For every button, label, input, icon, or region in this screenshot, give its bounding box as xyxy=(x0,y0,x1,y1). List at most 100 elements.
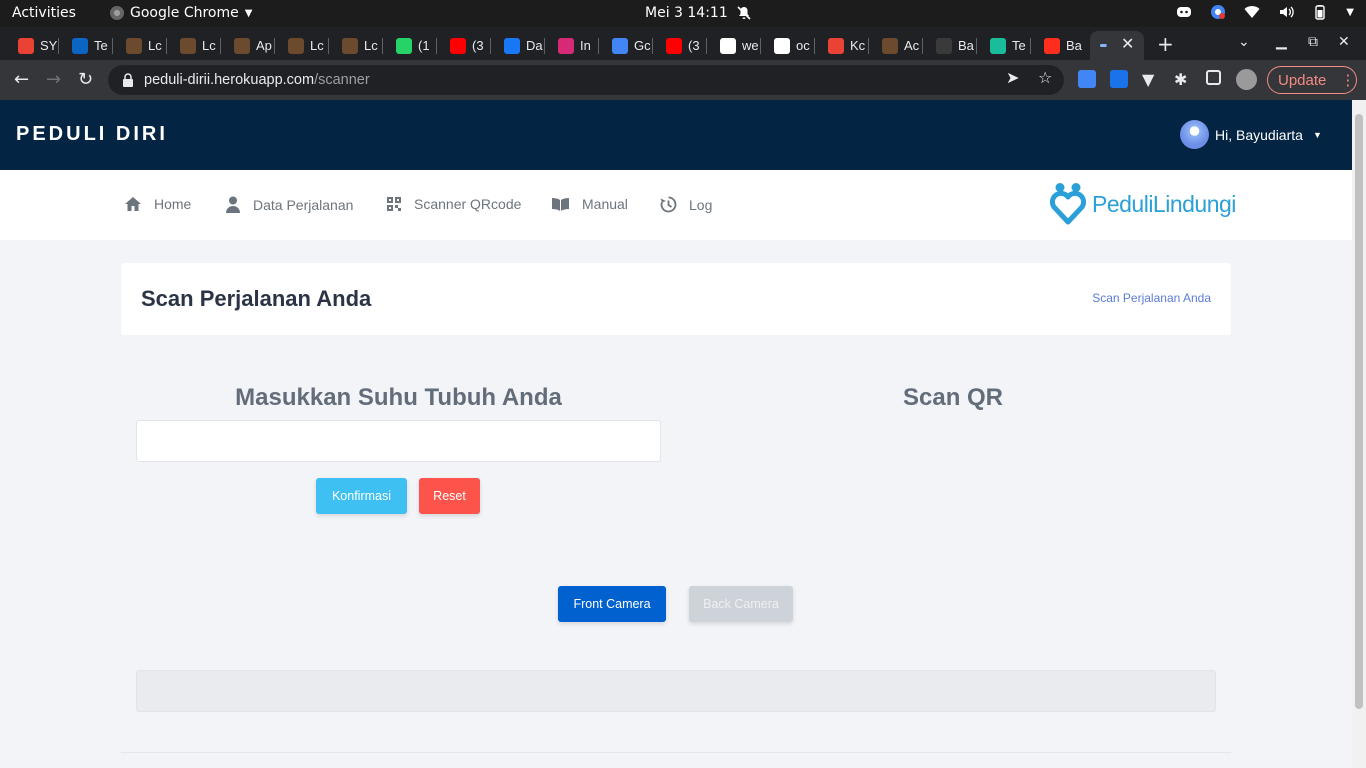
nav-log[interactable]: Log xyxy=(660,196,712,213)
battery-icon xyxy=(1315,5,1325,20)
google-icon xyxy=(774,37,790,54)
tab-separator xyxy=(220,38,221,54)
browser-tab[interactable]: Ac xyxy=(872,31,925,60)
tab-separator xyxy=(706,38,707,54)
new-tab-button[interactable]: + xyxy=(1157,32,1174,56)
browser-tab[interactable]: Ba xyxy=(926,31,979,60)
tab-label: (3 xyxy=(688,38,700,53)
laravel-icon xyxy=(1044,37,1060,54)
tab-separator xyxy=(652,38,653,54)
tab-label: Lc xyxy=(310,38,324,53)
browser-tab[interactable]: Te xyxy=(980,31,1033,60)
close-tab-icon[interactable]: ✕ xyxy=(1121,34,1134,53)
tab-active-scanner[interactable] xyxy=(1090,31,1144,60)
browser-tab[interactable]: Te xyxy=(62,31,115,60)
tab-label: Lc xyxy=(148,38,162,53)
confirm-button[interactable]: Konfirmasi xyxy=(316,478,407,514)
reset-button[interactable]: Reset xyxy=(419,478,480,514)
user-menu[interactable]: Hi, Bayudiarta ▼ xyxy=(1180,120,1322,149)
tab-search-icon[interactable]: ⌄ xyxy=(1238,34,1250,50)
tab-label: (1 xyxy=(418,38,430,53)
user-icon xyxy=(226,196,240,213)
browser-tab[interactable]: oc xyxy=(764,31,817,60)
back-camera-button[interactable]: Back Camera xyxy=(689,586,793,622)
address-bar[interactable]: peduli-dirii.herokuapp.com/scanner xyxy=(108,65,1064,95)
browser-tab[interactable]: (3 xyxy=(656,31,709,60)
send-tab-icon[interactable]: ➤ xyxy=(1006,68,1019,87)
browser-tab[interactable]: SY xyxy=(8,31,61,60)
extensions-puzzle-icon[interactable]: ✱ xyxy=(1174,70,1192,89)
side-panel-icon[interactable] xyxy=(1206,70,1221,85)
browser-tab[interactable]: Lc xyxy=(278,31,331,60)
nav-home-label: Home xyxy=(154,196,192,212)
browser-tab[interactable]: Lc xyxy=(332,31,385,60)
nav-scanner[interactable]: Scanner QRcode xyxy=(386,196,521,212)
tab-separator xyxy=(436,38,437,54)
brand-name: PeduliLindungi xyxy=(1092,190,1236,217)
notifications-off-icon xyxy=(737,6,751,20)
fi-extension-icon[interactable] xyxy=(1110,70,1128,88)
system-top-bar: Activities Google Chrome ▼ Mei 3 14:11 ▼ xyxy=(0,0,1366,27)
browser-tab[interactable]: Gc xyxy=(602,31,655,60)
browser-tab[interactable]: Ba xyxy=(1034,31,1087,60)
minimize-icon[interactable]: ▁ xyxy=(1276,34,1287,50)
youtube-icon xyxy=(666,37,682,54)
tab-label: Ba xyxy=(1066,38,1082,53)
browser-tab[interactable]: Lc xyxy=(116,31,169,60)
activities-button[interactable]: Activities xyxy=(12,5,76,21)
tab-label: Ba xyxy=(958,38,974,53)
profile-avatar[interactable] xyxy=(1236,69,1257,90)
tab-separator xyxy=(166,38,167,54)
nav-manual[interactable]: Manual xyxy=(551,196,628,212)
tab-label: Kc xyxy=(850,38,866,53)
tab-label: Ap xyxy=(256,38,272,53)
gmail-icon xyxy=(18,37,34,54)
site-logo[interactable]: PEDULI DIRI xyxy=(16,123,168,146)
vue-devtools-icon[interactable]: ▼ xyxy=(1142,70,1160,89)
tab-label: SY xyxy=(40,38,58,53)
browser-tab[interactable]: (3 xyxy=(440,31,493,60)
restore-icon[interactable]: ⧉ xyxy=(1308,34,1318,50)
tab-separator xyxy=(274,38,275,54)
nav-scanner-label: Scanner QRcode xyxy=(414,196,522,212)
linkedin-icon xyxy=(72,37,88,54)
nav-log-label: Log xyxy=(689,196,713,213)
update-button[interactable]: Update ⋮ xyxy=(1267,66,1357,94)
reload-icon[interactable]: ↻ xyxy=(78,69,93,90)
forward-icon[interactable]: → xyxy=(46,69,61,90)
close-window-icon[interactable]: ✕ xyxy=(1338,34,1350,50)
chrome-icon xyxy=(110,6,124,20)
browser-tab[interactable]: Da xyxy=(494,31,547,60)
star-icon xyxy=(180,37,196,54)
browser-tab[interactable]: we xyxy=(710,31,763,60)
browser-tab[interactable]: Kc xyxy=(818,31,871,60)
app-menu[interactable]: Google Chrome ▼ xyxy=(110,5,252,21)
scrollbar-thumb[interactable] xyxy=(1355,114,1363,709)
bookmark-star-icon[interactable]: ☆ xyxy=(1038,68,1052,87)
google-translate-extension-icon[interactable] xyxy=(1078,70,1096,88)
star-icon xyxy=(288,37,304,54)
temperature-section-title: Masukkan Suhu Tubuh Anda xyxy=(235,384,562,411)
back-icon[interactable]: ← xyxy=(14,69,29,90)
star-icon xyxy=(234,37,250,54)
body-temperature-input[interactable] xyxy=(136,420,661,462)
nav-home[interactable]: Home xyxy=(124,196,191,212)
browser-tab[interactable]: Lc xyxy=(170,31,223,60)
nav-data-perjalanan-label: Data Perjalanan xyxy=(253,196,354,213)
page-scrollbar[interactable] xyxy=(1352,100,1366,768)
breadcrumb[interactable]: Scan Perjalanan Anda xyxy=(1092,291,1211,305)
browser-tab[interactable]: Ap xyxy=(224,31,277,60)
google-translate-icon xyxy=(612,37,628,54)
system-tray[interactable]: ▼ xyxy=(1176,4,1354,20)
nav-data-perjalanan[interactable]: Data Perjalanan xyxy=(225,196,353,213)
gmail-icon xyxy=(828,37,844,54)
browser-tab[interactable]: (1 xyxy=(386,31,439,60)
tab-separator xyxy=(976,38,977,54)
lock-icon xyxy=(123,73,133,87)
github-icon xyxy=(936,37,952,54)
star-icon xyxy=(342,37,358,54)
browser-tab[interactable]: In xyxy=(548,31,601,60)
clock[interactable]: Mei 3 14:11 xyxy=(645,5,752,21)
tab-label: oc xyxy=(796,38,810,53)
front-camera-button[interactable]: Front Camera xyxy=(558,586,666,622)
